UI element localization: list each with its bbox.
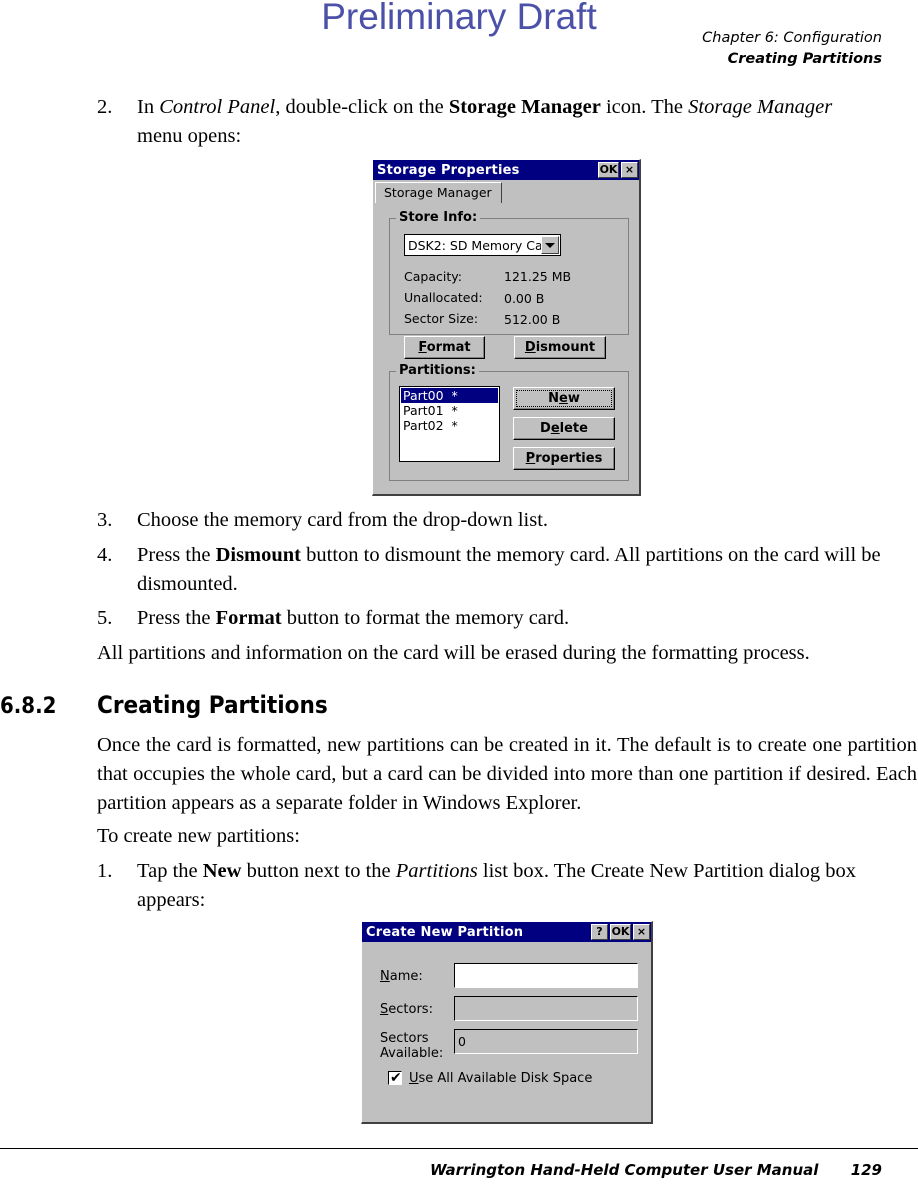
list-item-step-1b: 1. Tap the New button next to the Partit…: [97, 857, 887, 915]
step-2-t2: , double-click on the: [275, 96, 449, 118]
step-5-t2: button to format the memory card.: [281, 607, 570, 629]
sectors-label: Sectors:: [380, 1002, 433, 1017]
storage-properties-titlebar: Storage Properties OK ×: [373, 160, 639, 180]
unallocated-label: Unallocated:: [404, 290, 483, 305]
use-all-disk-space-label: Use All Available Disk Space: [409, 1071, 593, 1086]
storage-tabstrip: Storage Manager: [375, 182, 639, 203]
section-number: 6.8.2: [0, 694, 57, 719]
list-item-step-2: 2. In Control Panel, double-click on the…: [97, 93, 837, 151]
close-icon[interactable]: ×: [633, 924, 650, 940]
dismount-button[interactable]: Dismount: [514, 336, 606, 359]
step-5-t1: Press the: [137, 607, 216, 629]
use-all-disk-space-checkbox[interactable]: ✔: [388, 1071, 402, 1085]
step-3-text: Choose the memory card from the drop-dow…: [137, 509, 549, 531]
sectors-field[interactable]: [454, 996, 638, 1021]
list-item[interactable]: Part00 *: [401, 388, 498, 403]
footer-rule: [0, 1148, 918, 1149]
capacity-value: 121.25 MB: [504, 269, 572, 284]
step-5-b1: Format: [215, 607, 282, 629]
create-partition-title: Create New Partition: [366, 924, 524, 940]
running-head-chapter: Chapter 6: Configuration: [702, 30, 882, 46]
running-head-section: Creating Partitions: [727, 51, 882, 67]
store-info-group-label: Store Info:: [396, 210, 481, 225]
step-5-number: 5.: [97, 607, 113, 629]
step-4-t1: Press the: [137, 544, 216, 566]
ok-button[interactable]: OK: [598, 162, 619, 178]
create-new-partition-dialog: Create New Partition ? OK × Name: Sector…: [361, 921, 653, 1124]
step-4-b1: Dismount: [215, 544, 302, 566]
list-item[interactable]: Part01 *: [401, 403, 498, 418]
step-3-number: 3.: [97, 509, 113, 531]
step-2-text: In Control Panel, double-click on the St…: [137, 93, 837, 151]
step-1b-t2: button next to the: [241, 860, 396, 882]
chevron-down-icon[interactable]: [541, 236, 559, 254]
step-1b-i1: Partitions: [395, 860, 478, 882]
page-title: Creating Partitions: [97, 691, 328, 719]
storage-properties-title: Storage Properties: [377, 162, 520, 178]
sector-size-label: Sector Size:: [404, 311, 479, 326]
running-head: Chapter 6: Configuration Creating Partit…: [702, 28, 882, 70]
name-field[interactable]: [454, 963, 638, 988]
partitions-group-label: Partitions:: [396, 363, 479, 378]
partitions-listbox[interactable]: Part00 * Part01 * Part02 *: [399, 386, 500, 462]
help-icon[interactable]: ?: [591, 924, 608, 940]
header-rule: [0, 76, 918, 77]
step-1b-number: 1.: [97, 860, 113, 882]
step-2-t4: menu opens:: [137, 125, 242, 147]
step-1b-text: Tap the New button next to the Partition…: [137, 857, 887, 915]
sectors-available-field[interactable]: 0: [454, 1029, 638, 1054]
delete-partition-button[interactable]: Delete: [513, 417, 615, 440]
step-4-number: 4.: [97, 544, 113, 566]
step-2-b1: Storage Manager: [448, 96, 601, 118]
sectors-available-label-line1: Sectors: [380, 1031, 429, 1046]
step-2-i2: Storage Manager: [688, 96, 833, 118]
new-partition-button[interactable]: New: [513, 387, 615, 410]
list-item-step-5: 5. Press the Format button to format the…: [97, 604, 887, 633]
tab-storage-manager[interactable]: Storage Manager: [375, 182, 502, 203]
store-select-value: DSK2: SD Memory Car: [408, 237, 541, 253]
step-1b-b1: New: [202, 860, 242, 882]
sectors-available-label: Sectors Available:: [380, 1031, 443, 1061]
step-4-text: Press the Dismount button to dismount th…: [137, 541, 887, 599]
step-1b-t1: Tap the: [137, 860, 203, 882]
sector-size-value: 512.00 B: [504, 312, 561, 327]
step-2-number: 2.: [97, 96, 113, 118]
store-select[interactable]: DSK2: SD Memory Car: [404, 234, 561, 256]
to-create-paragraph: To create new partitions:: [97, 825, 300, 847]
footer-manual-title: Warrington Hand-Held Computer User Manua…: [430, 1161, 819, 1179]
intro-paragraph: Once the card is formatted, new partitio…: [97, 734, 917, 814]
name-label: Name:: [380, 969, 423, 984]
capacity-label: Capacity:: [404, 269, 462, 284]
format-button[interactable]: Format: [404, 336, 485, 359]
list-item-step-4: 4. Press the Dismount button to dismount…: [97, 541, 887, 599]
list-item[interactable]: Part02 *: [401, 418, 498, 433]
step-5-text: Press the Format button to format the me…: [137, 604, 887, 633]
format-button-label-rest: ormat: [426, 340, 471, 355]
step-2-t1: In: [137, 96, 160, 118]
sectors-available-label-line2: Available:: [380, 1046, 444, 1061]
create-partition-titlebar: Create New Partition ? OK ×: [362, 922, 651, 942]
step-2-t3: icon. The: [600, 96, 689, 118]
footer-page-number: 129: [850, 1161, 882, 1179]
step-2-i1: Control Panel: [159, 96, 276, 118]
formatting-note-paragraph: All partitions and information on the ca…: [97, 642, 810, 664]
list-item-step-3: 3. Choose the memory card from the drop-…: [97, 506, 837, 535]
checkmark-icon: ✔: [390, 1070, 402, 1086]
partition-properties-button[interactable]: Properties: [513, 447, 615, 470]
storage-properties-dialog: Storage Properties OK × Storage Manager …: [372, 159, 641, 496]
document-page: Preliminary Draft Chapter 6: Configurati…: [0, 0, 918, 1195]
close-icon[interactable]: ×: [621, 162, 638, 178]
unallocated-value: 0.00 B: [504, 291, 545, 306]
ok-button[interactable]: OK: [610, 924, 631, 940]
